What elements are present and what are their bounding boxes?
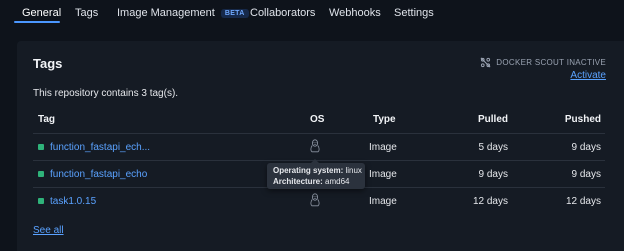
pulled-cell: 5 days: [478, 142, 508, 153]
tab-image-management-label: Image Management: [117, 7, 215, 19]
header-type: Type: [373, 114, 396, 125]
header-pulled: Pulled: [477, 114, 508, 125]
status-dot: [38, 198, 44, 204]
docker-scout-icon: [480, 57, 491, 68]
card-title: Tags: [33, 56, 63, 71]
header-tag: Tag: [38, 114, 56, 125]
table-row: task1.0.15 Image 12 days 12 days: [33, 188, 605, 214]
see-all-link[interactable]: See all: [33, 225, 64, 236]
docker-scout-status: DOCKER SCOUT INACTIVE: [480, 57, 606, 68]
pushed-cell: 12 days: [565, 196, 601, 207]
tab-general[interactable]: General: [22, 7, 61, 19]
pushed-cell: 9 days: [571, 142, 601, 153]
table-row: function_fastapi_ech... Image 5 days 9 d…: [33, 134, 605, 161]
docker-scout-status-text: DOCKER SCOUT INACTIVE: [496, 58, 606, 67]
tags-card: Tags DOCKER SCOUT INACTIVE Activate This…: [17, 41, 624, 251]
status-dot: [38, 144, 44, 150]
tag-link[interactable]: function_fastapi_ech...: [50, 142, 150, 153]
pushed-cell: 9 days: [571, 169, 601, 180]
repo-tabs: General Tags Image Management BETA Collab…: [0, 0, 624, 26]
header-os: OS: [310, 114, 325, 125]
tab-image-management[interactable]: Image Management BETA: [117, 7, 249, 19]
tooltip-os-key: Operating system:: [273, 166, 344, 175]
activate-link[interactable]: Activate: [570, 70, 606, 81]
tab-tags[interactable]: Tags: [75, 7, 98, 19]
type-cell: Image: [369, 196, 397, 207]
tooltip-os-line: Operating system: linux: [273, 166, 362, 175]
tooltip-arch-key: Architecture:: [273, 177, 323, 186]
tooltip-arch-value: amd64: [322, 177, 350, 186]
status-dot: [38, 171, 44, 177]
tags-table-header: Tag OS Type Pulled Pushed: [33, 113, 605, 134]
tab-collaborators[interactable]: Collaborators: [250, 7, 315, 19]
tag-count-summary: This repository contains 3 tag(s).: [33, 88, 179, 99]
tooltip-os-value: linux: [343, 166, 362, 175]
pulled-cell: 12 days: [472, 196, 508, 207]
pulled-cell: 9 days: [478, 169, 508, 180]
tag-link[interactable]: function_fastapi_echo: [50, 169, 147, 180]
type-cell: Image: [369, 142, 397, 153]
beta-badge: BETA: [220, 9, 249, 18]
tab-settings[interactable]: Settings: [394, 7, 434, 19]
active-tab-indicator: [14, 21, 60, 23]
type-cell: Image: [369, 169, 397, 180]
linux-icon[interactable]: [309, 193, 321, 207]
tooltip-arch-line: Architecture: amd64: [273, 177, 349, 186]
header-pushed: Pushed: [564, 114, 601, 125]
tab-webhooks[interactable]: Webhooks: [329, 7, 381, 19]
app: General Tags Image Management BETA Collab…: [0, 0, 624, 251]
os-tooltip: Operating system: linux Architecture: am…: [267, 159, 365, 189]
linux-icon[interactable]: [309, 139, 321, 153]
tag-link[interactable]: task1.0.15: [50, 196, 96, 207]
